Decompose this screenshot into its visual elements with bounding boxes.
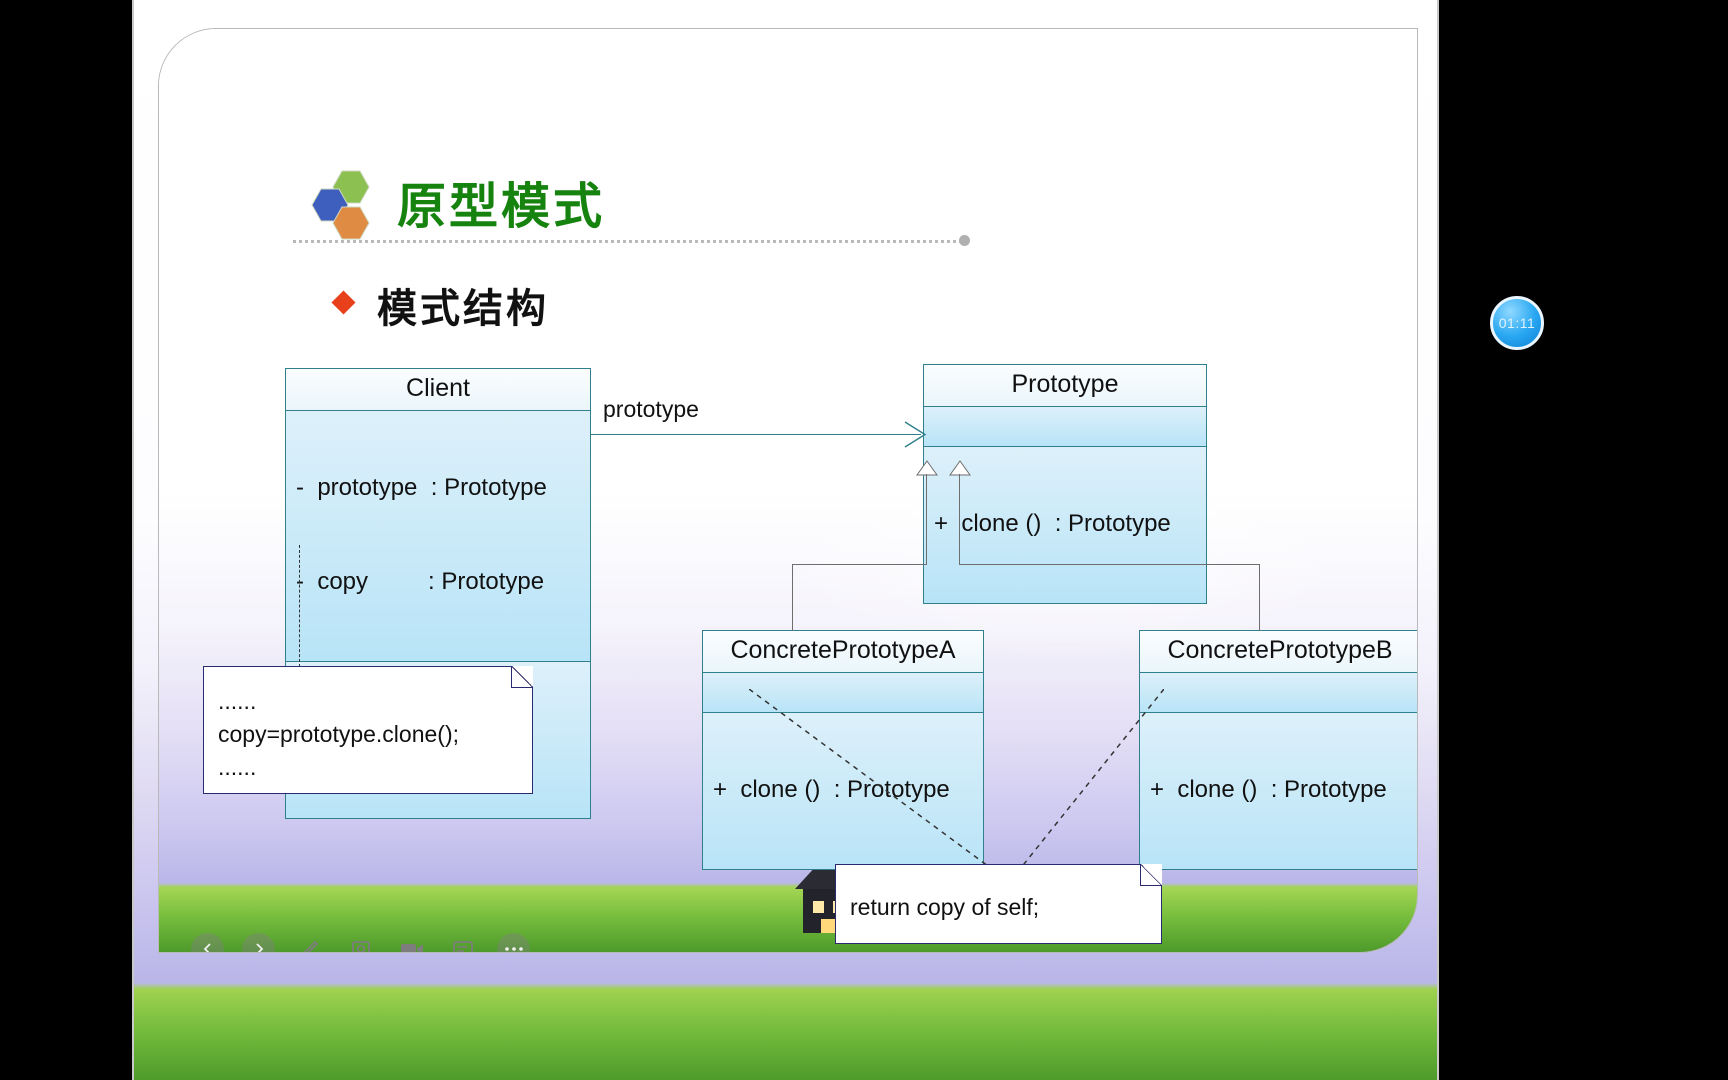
- caption-button[interactable]: [446, 933, 479, 952]
- hexagon-cluster-logo: [311, 170, 370, 240]
- class-operations-concrete-b: + clone () : Prototype: [1140, 713, 1417, 869]
- shared-screen-window: 原型模式 模式结构 Client - prototype : Prototype…: [132, 0, 1439, 1080]
- more-options-button[interactable]: [497, 932, 530, 952]
- generalization-stem: [959, 474, 960, 564]
- generalization-triangle-icon: [949, 460, 971, 476]
- operation-row: + clone () : Prototype: [1150, 776, 1387, 803]
- note-text: ...... copy=prototype.clone(); ......: [218, 688, 459, 780]
- note-anchor-line: [749, 689, 1019, 889]
- attribute-row: - prototype : Prototype: [296, 474, 547, 501]
- class-attributes-prototype: [924, 407, 1206, 447]
- open-arrowhead-icon: [904, 421, 927, 448]
- subtitle-icon: [452, 941, 473, 952]
- association-label: prototype: [603, 396, 699, 422]
- note-client-code[interactable]: ...... copy=prototype.clone(); ......: [203, 666, 533, 794]
- target-icon: [351, 941, 370, 952]
- pen-icon: [303, 940, 318, 952]
- class-name-prototype: Prototype: [924, 365, 1206, 407]
- generalization-crossbar: [792, 564, 927, 565]
- uml-class-concrete-prototype-b[interactable]: ConcretePrototypeB + clone () : Prototyp…: [1139, 630, 1417, 870]
- desktop-background: 原型模式 模式结构 Client - prototype : Prototype…: [0, 0, 1728, 1080]
- note-text: return copy of self;: [850, 894, 1040, 920]
- pen-button[interactable]: [293, 933, 326, 952]
- class-attributes-concrete-b: [1140, 673, 1417, 713]
- video-button[interactable]: [395, 933, 428, 952]
- camera-icon: [400, 944, 423, 952]
- next-slide-button[interactable]: [242, 932, 275, 952]
- header-divider: [293, 240, 965, 243]
- laser-pointer-button[interactable]: [344, 933, 377, 952]
- chevron-right-icon: [255, 943, 263, 952]
- class-name-concrete-b: ConcretePrototypeB: [1140, 631, 1417, 673]
- association-line: [591, 434, 921, 435]
- previous-slide-button[interactable]: [191, 932, 224, 952]
- timer-badge[interactable]: 01:11: [1490, 296, 1544, 350]
- generalization-stem: [926, 474, 927, 564]
- note-fold-corner: [511, 666, 533, 688]
- note-fold-corner: [1140, 864, 1162, 886]
- section-heading: 模式结构: [377, 286, 549, 332]
- uml-class-prototype[interactable]: Prototype + clone () : Prototype: [923, 364, 1207, 604]
- generalization-crossbar: [959, 564, 1259, 565]
- generalization-triangle-icon: [916, 460, 938, 476]
- slide-toolbar[interactable]: [185, 925, 545, 952]
- ellipsis-icon: [504, 947, 523, 951]
- attribute-row: - copy : Prototype: [296, 568, 545, 595]
- note-anchor-line: [1004, 689, 1164, 889]
- divider-end-dot: [959, 235, 970, 246]
- generalization-drop: [792, 564, 793, 631]
- operation-row: + clone () : Prototype: [934, 510, 1171, 537]
- class-name-concrete-a: ConcretePrototypeA: [703, 631, 983, 673]
- class-name-client: Client: [286, 369, 590, 411]
- note-return-copy[interactable]: return copy of self;: [835, 864, 1162, 944]
- class-attributes-client: - prototype : Prototype - copy : Prototy…: [286, 411, 590, 662]
- generalization-drop: [1259, 564, 1260, 631]
- presentation-slide: 原型模式 模式结构 Client - prototype : Prototype…: [158, 28, 1418, 953]
- note-anchor-line: [299, 545, 300, 667]
- chevron-left-icon: [203, 943, 211, 952]
- page-title: 原型模式: [397, 178, 606, 235]
